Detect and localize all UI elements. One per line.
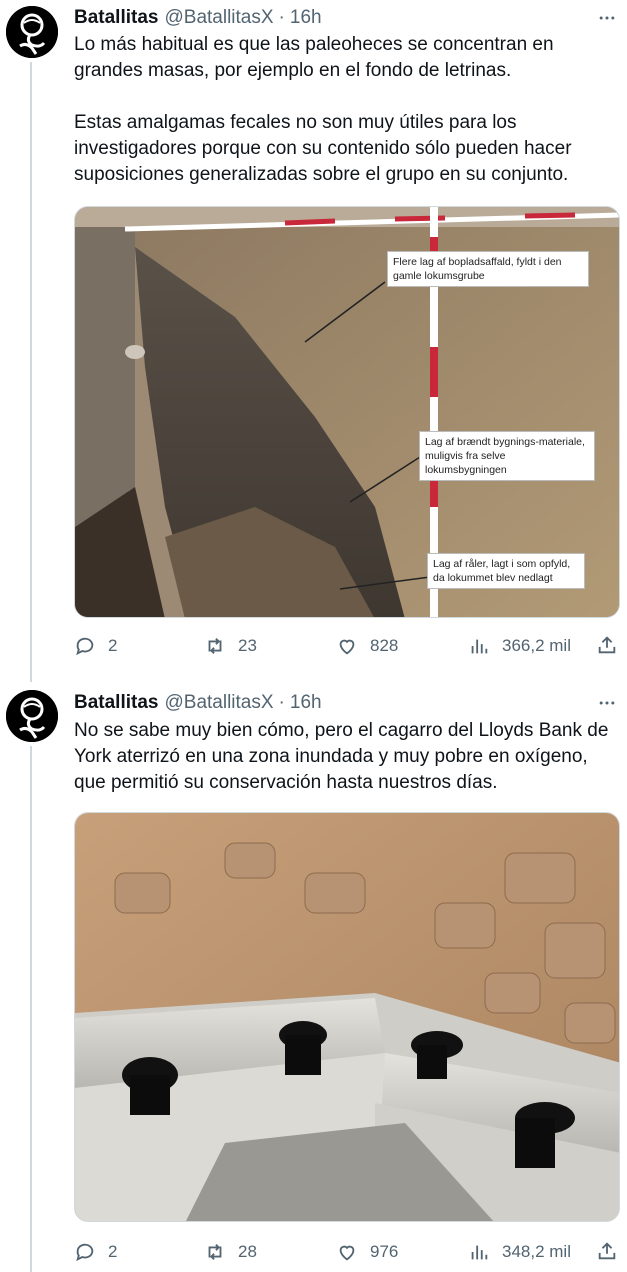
- tweet-header: Batallitas @BatallitasX · 16h: [74, 691, 322, 715]
- views-count: 366,2 mil: [502, 636, 571, 655]
- separator-dot: ·: [278, 7, 285, 28]
- more-button[interactable]: [595, 691, 619, 715]
- author-handle[interactable]: @BatallitasX: [164, 7, 273, 29]
- tweet[interactable]: Batallitas @BatallitasX · 16h Lo más hab…: [0, 0, 627, 676]
- share-button[interactable]: [596, 1240, 620, 1264]
- avatar[interactable]: [6, 690, 58, 742]
- reply-bubble-icon: [76, 637, 94, 656]
- avatar-image: [6, 690, 58, 742]
- more-button[interactable]: [595, 6, 619, 30]
- tweet-image[interactable]: [74, 812, 620, 1222]
- views-button[interactable]: 366,2 mil: [468, 632, 571, 660]
- action-bar: 2 28 976 348,2 mil: [74, 1238, 622, 1266]
- like-count: 976: [370, 1242, 399, 1261]
- views-count: 348,2 mil: [502, 1242, 571, 1261]
- views-bar-chart-icon: [471, 639, 488, 654]
- reply-button[interactable]: 2: [74, 632, 117, 660]
- share-upload-icon: [598, 1242, 616, 1260]
- views-button[interactable]: 348,2 mil: [468, 1238, 571, 1266]
- share-upload-icon: [598, 636, 616, 654]
- author-handle[interactable]: @BatallitasX: [164, 692, 273, 714]
- like-button[interactable]: 828: [336, 632, 398, 660]
- image-annotation: Lag af brændt bygnings-materiale, muligv…: [419, 431, 595, 481]
- tweet-header: Batallitas @BatallitasX · 16h: [74, 6, 322, 30]
- repost-count: 28: [238, 1242, 257, 1261]
- like-count: 828: [370, 636, 399, 655]
- latrine-photo: [75, 813, 619, 1221]
- action-bar: 2 23 828 366,2 mil: [74, 632, 622, 660]
- author-name[interactable]: Batallitas: [74, 692, 158, 714]
- like-button[interactable]: 976: [336, 1238, 398, 1266]
- reply-count: 2: [108, 636, 118, 655]
- repost-count: 23: [238, 636, 257, 655]
- repost-arrows-icon: [208, 638, 222, 654]
- reply-button[interactable]: 2: [74, 1238, 117, 1266]
- tweet-text: No se sabe muy bien cómo, pero el cagarr…: [74, 720, 609, 793]
- repost-arrows-icon: [208, 1244, 222, 1260]
- tweet[interactable]: Batallitas @BatallitasX · 16h No se sabe…: [0, 684, 627, 1272]
- avatar-image: [6, 6, 58, 58]
- views-bar-chart-icon: [471, 1245, 488, 1260]
- author-name[interactable]: Batallitas: [74, 7, 158, 29]
- tweet-text: Lo más habitual es que las paleoheces se…: [74, 34, 572, 185]
- avatar[interactable]: [6, 6, 58, 58]
- heart-icon: [339, 639, 355, 655]
- share-button[interactable]: [596, 634, 620, 658]
- reply-count: 2: [108, 1242, 118, 1261]
- tweet-image[interactable]: Flere lag af bopladsaffald, fyldt i den …: [74, 206, 620, 618]
- repost-button[interactable]: 28: [204, 1238, 257, 1266]
- image-annotation: Flere lag af bopladsaffald, fyldt i den …: [387, 251, 589, 287]
- reply-bubble-icon: [76, 1243, 94, 1262]
- more-dots-icon: [599, 701, 615, 705]
- more-dots-icon: [599, 16, 615, 20]
- repost-button[interactable]: 23: [204, 632, 257, 660]
- image-annotation: Lag af råler, lagt i som opfyld, da loku…: [427, 553, 585, 589]
- timestamp[interactable]: 16h: [290, 692, 322, 714]
- heart-icon: [339, 1245, 355, 1261]
- timestamp[interactable]: 16h: [290, 7, 322, 29]
- separator-dot: ·: [278, 692, 285, 713]
